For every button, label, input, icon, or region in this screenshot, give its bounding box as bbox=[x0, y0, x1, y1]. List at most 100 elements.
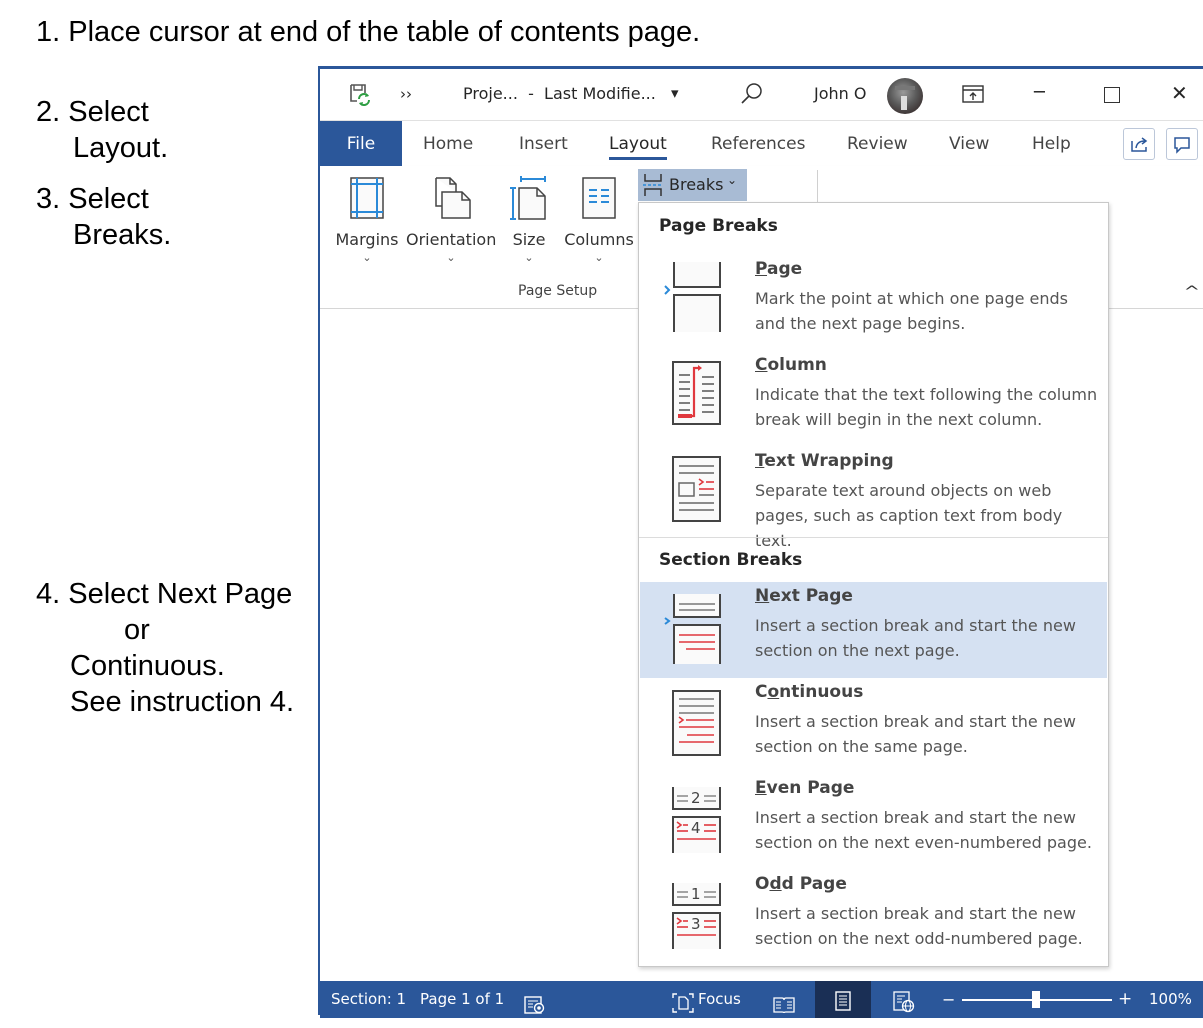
menu-item-text-wrapping[interactable]: Text Wrapping Separate text around objec… bbox=[640, 447, 1107, 550]
menu-item-description: Insert a section break and start the new… bbox=[755, 616, 1076, 660]
instruction-step-4: 4. Select Next Page bbox=[36, 578, 293, 610]
tab-view[interactable]: View bbox=[949, 121, 989, 167]
margins-label: Margins bbox=[335, 230, 399, 249]
collapse-ribbon-button[interactable]: ^ bbox=[1184, 284, 1200, 300]
focus-icon[interactable] bbox=[672, 990, 694, 1013]
breaks-label: Breaks bbox=[669, 175, 724, 194]
page-breaks-heading: Page Breaks bbox=[659, 216, 778, 236]
menu-item-description: Insert a section break and start the new… bbox=[755, 904, 1083, 948]
menu-item-column[interactable]: Column Indicate that the text following … bbox=[640, 351, 1107, 447]
odd-page-number-top: 1 bbox=[691, 885, 701, 903]
menu-item-page[interactable]: Page Mark the point at which one page en… bbox=[640, 255, 1107, 351]
zoom-level[interactable]: 100% bbox=[1149, 981, 1192, 1018]
instruction-step-3-target: Breaks. bbox=[73, 219, 172, 251]
menu-item-next-page[interactable]: Next Page Insert a section break and sta… bbox=[640, 582, 1107, 678]
even-page-number-top: 2 bbox=[691, 789, 701, 807]
print-layout-button[interactable] bbox=[815, 981, 871, 1018]
autosave-sync-icon[interactable] bbox=[348, 82, 374, 108]
page-setup-group-label: Page Setup bbox=[518, 283, 598, 299]
orientation-icon bbox=[435, 177, 471, 219]
zoom-out-button[interactable]: − bbox=[942, 981, 955, 1018]
minimize-button[interactable]: ─ bbox=[1034, 82, 1045, 103]
menu-item-description: Separate text around objects on web page… bbox=[755, 481, 1063, 550]
odd-page-break-icon: 1 3 bbox=[672, 883, 722, 949]
margins-button[interactable]: Margins ⌄ bbox=[334, 176, 400, 264]
share-button[interactable] bbox=[1123, 128, 1155, 160]
comments-button[interactable] bbox=[1166, 128, 1198, 160]
tab-layout[interactable]: Layout bbox=[609, 121, 667, 167]
maximize-button[interactable] bbox=[1104, 87, 1120, 103]
status-bar: Section: 1 Page 1 of 1 Focus − + 100% bbox=[320, 981, 1203, 1018]
orientation-label: Orientation bbox=[406, 230, 497, 249]
menu-item-description: Insert a section break and start the new… bbox=[755, 808, 1092, 852]
breaks-icon bbox=[643, 174, 663, 196]
tab-home[interactable]: Home bbox=[423, 121, 473, 167]
user-avatar[interactable] bbox=[887, 78, 923, 114]
menu-item-title: Odd Page bbox=[755, 874, 847, 894]
chevron-down-icon: ⌄ bbox=[362, 251, 372, 264]
breaks-button[interactable]: Breaks ⌄ bbox=[638, 169, 747, 201]
title-bar: ›› Proje... - Last Modifie... ▾ John O ─… bbox=[320, 69, 1203, 120]
orientation-button[interactable]: Orientation ⌄ bbox=[406, 176, 496, 264]
search-icon[interactable] bbox=[740, 82, 764, 106]
menu-item-odd-page[interactable]: 1 3 Odd Page Insert a section break and … bbox=[640, 870, 1107, 966]
instruction-step-2: 2. Select bbox=[36, 96, 149, 128]
menu-item-description: Insert a section break and start the new… bbox=[755, 712, 1076, 756]
section-indicator[interactable]: Section: 1 bbox=[331, 981, 406, 1018]
document-title[interactable]: Proje... - Last Modifie... bbox=[463, 84, 656, 103]
next-page-break-icon bbox=[664, 594, 721, 664]
web-layout-icon[interactable] bbox=[893, 990, 915, 1013]
ribbon-display-options-icon[interactable] bbox=[962, 85, 984, 103]
title-dropdown-button[interactable]: ▾ bbox=[671, 84, 679, 102]
accessibility-check-icon[interactable] bbox=[524, 991, 546, 1014]
tab-review[interactable]: Review bbox=[847, 121, 908, 167]
zoom-slider-thumb[interactable] bbox=[1032, 991, 1040, 1008]
chevron-down-icon: ⌄ bbox=[727, 173, 738, 187]
menu-item-description: Mark the point at which one page ends an… bbox=[755, 289, 1069, 333]
menu-item-title: Continuous bbox=[755, 682, 864, 702]
menu-separator bbox=[639, 537, 1108, 538]
ribbon-tabs: File Home Insert Layout References Revie… bbox=[320, 120, 1203, 167]
ribbon-divider bbox=[817, 170, 818, 204]
column-break-icon bbox=[672, 361, 721, 425]
continuous-break-icon bbox=[672, 690, 721, 756]
page-number-indicator[interactable]: Page 1 of 1 bbox=[420, 981, 504, 1018]
columns-icon bbox=[582, 177, 616, 219]
size-button[interactable]: Size ⌄ bbox=[506, 176, 552, 264]
instruction-step-2-target: Layout. bbox=[73, 132, 169, 164]
avatar-detail bbox=[895, 86, 915, 90]
even-page-break-icon: 2 4 bbox=[672, 787, 722, 853]
size-icon bbox=[510, 176, 546, 220]
focus-mode-button[interactable]: Focus bbox=[698, 981, 741, 1018]
tab-references[interactable]: References bbox=[711, 121, 805, 167]
instruction-step-4-continuous: Continuous. bbox=[70, 650, 225, 682]
chevron-down-icon: ⌄ bbox=[594, 251, 604, 264]
zoom-in-button[interactable]: + bbox=[1118, 981, 1132, 1018]
text-wrapping-icon bbox=[672, 456, 721, 522]
tab-help[interactable]: Help bbox=[1032, 121, 1071, 167]
chevron-down-icon: ⌄ bbox=[446, 251, 456, 264]
menu-item-title: Even Page bbox=[755, 778, 855, 798]
close-button[interactable]: ✕ bbox=[1171, 81, 1188, 105]
breaks-dropdown-menu: Page Breaks Page Mark the point at which… bbox=[638, 202, 1109, 967]
instruction-step-1: 1. Place cursor at end of the table of c… bbox=[36, 16, 701, 48]
columns-button[interactable]: Columns ⌄ bbox=[562, 176, 636, 264]
menu-item-title: Column bbox=[755, 355, 827, 375]
instruction-step-3: 3. Select bbox=[36, 183, 149, 215]
menu-item-title: Text Wrapping bbox=[755, 451, 894, 471]
print-layout-icon bbox=[835, 991, 851, 1011]
odd-page-number-bottom: 3 bbox=[691, 915, 701, 933]
tab-file[interactable]: File bbox=[320, 121, 402, 167]
menu-item-even-page[interactable]: 2 4 Even Page Insert a section break and… bbox=[640, 774, 1107, 870]
share-icon bbox=[1131, 137, 1148, 152]
size-label: Size bbox=[512, 230, 546, 249]
menu-item-continuous[interactable]: Continuous Insert a section break and st… bbox=[640, 678, 1107, 774]
avatar-detail bbox=[901, 96, 907, 110]
even-page-number-bottom: 4 bbox=[691, 819, 701, 837]
margins-icon bbox=[350, 177, 384, 219]
columns-label: Columns bbox=[564, 230, 634, 249]
read-mode-icon[interactable] bbox=[773, 991, 795, 1014]
user-name[interactable]: John O bbox=[814, 84, 866, 103]
tab-insert[interactable]: Insert bbox=[519, 121, 568, 167]
quick-access-overflow-button[interactable]: ›› bbox=[400, 85, 412, 103]
